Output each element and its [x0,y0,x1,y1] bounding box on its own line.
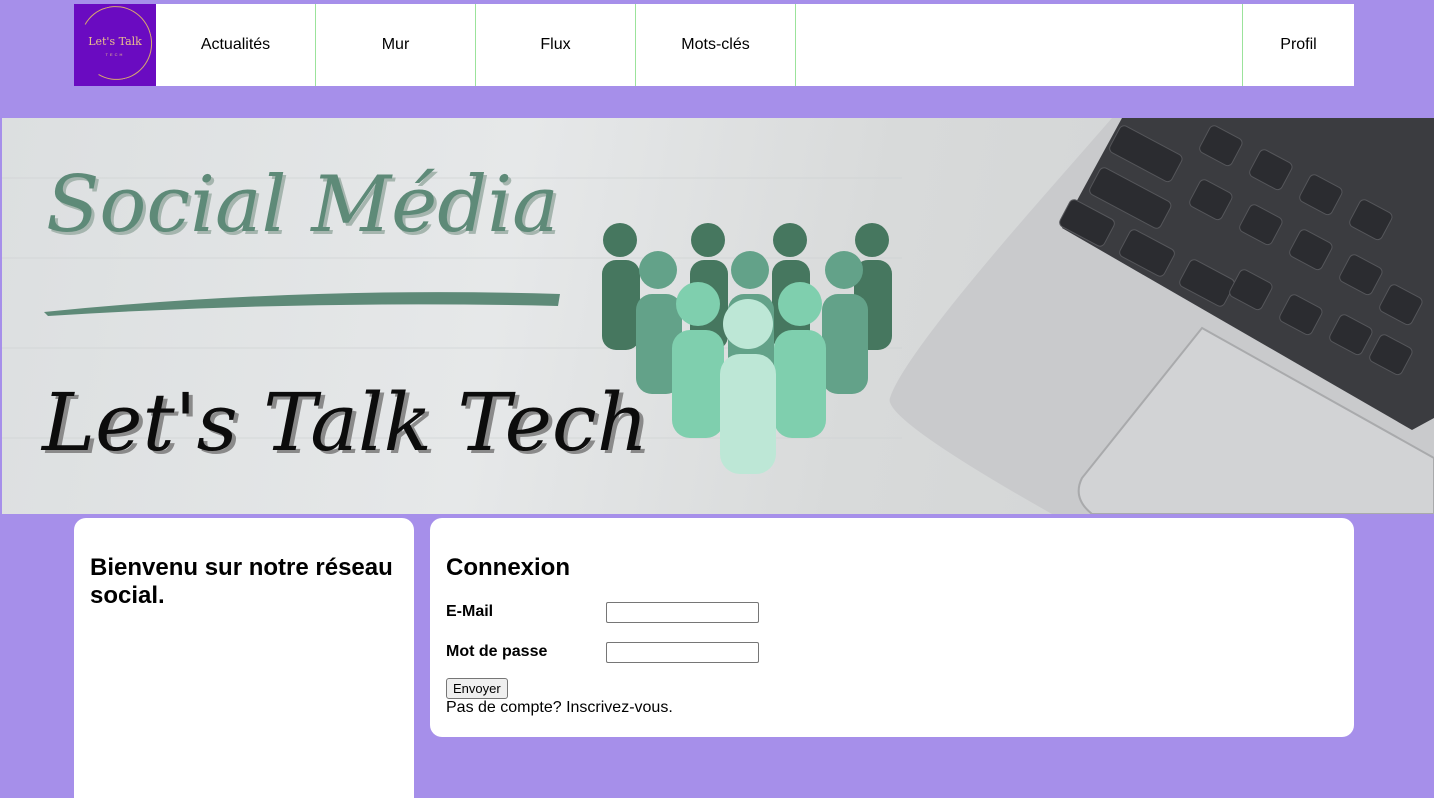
top-navigation: Let's Talk TECH Actualités Mur Flux Mots… [74,4,1354,86]
banner-image: Social Média Let's Talk Tech [2,118,1434,514]
password-field[interactable] [606,641,759,663]
logo-subtext: TECH [105,52,125,57]
nav-item-mots-cles[interactable]: Mots-clés [636,4,796,86]
nav-item-profil[interactable]: Profil [1243,4,1354,86]
logo[interactable]: Let's Talk TECH [74,4,156,86]
welcome-heading: Bienvenu sur notre réseau social. [90,554,393,609]
email-field[interactable] [606,601,759,623]
nav-spacer [796,4,1243,86]
banner-title-lets-talk-tech: Let's Talk Tech [42,376,649,469]
nav-item-actualites[interactable]: Actualités [156,4,316,86]
welcome-card: Bienvenu sur notre réseau social. [74,518,414,798]
password-row: Mot de passe [446,632,1338,672]
signup-link[interactable]: Pas de compte? Inscrivez-vous. [446,699,1338,717]
logo-text: Let's Talk [88,35,142,48]
submit-button[interactable]: Envoyer [446,678,508,699]
nav-item-mur[interactable]: Mur [316,4,476,86]
laptop-illustration [889,118,1434,514]
nav-item-flux[interactable]: Flux [476,4,636,86]
banner-title-social-media: Social Média [46,160,559,250]
email-label: E-Mail [446,603,494,620]
brush-stroke [44,292,560,316]
password-label: Mot de passe [446,643,548,660]
login-card: Connexion E-Mail Mot de passe Envoyer Pa… [430,518,1354,737]
email-row: E-Mail [446,592,1338,632]
login-heading: Connexion [446,554,570,581]
